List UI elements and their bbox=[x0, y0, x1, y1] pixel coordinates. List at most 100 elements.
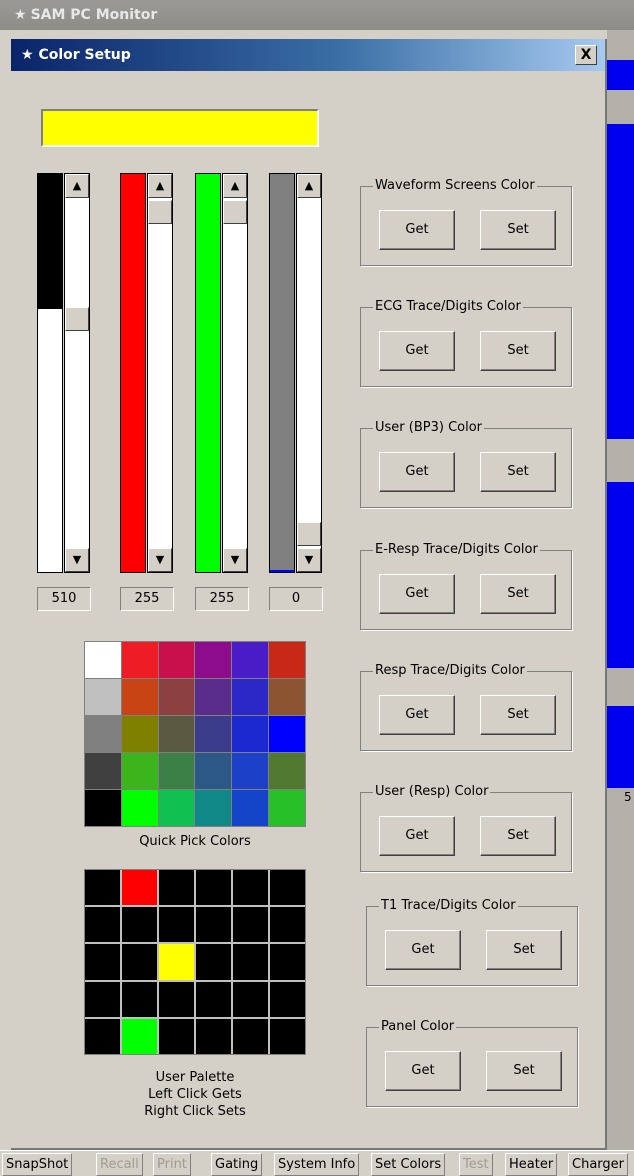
quick-pick-swatch[interactable] bbox=[232, 716, 269, 752]
user-palette-swatch[interactable] bbox=[122, 1018, 157, 1054]
quick-pick-swatch[interactable] bbox=[158, 790, 195, 826]
user-palette-swatch[interactable] bbox=[122, 944, 157, 980]
user-palette-swatch[interactable] bbox=[270, 870, 305, 906]
set-button[interactable]: Set bbox=[480, 331, 556, 371]
user-palette-swatch[interactable] bbox=[85, 944, 120, 980]
scroll-up-arrow-icon[interactable]: ▲ bbox=[223, 174, 247, 198]
quick-pick-swatch[interactable] bbox=[232, 753, 269, 789]
scroll-up-arrow-icon[interactable]: ▲ bbox=[65, 174, 89, 198]
user-palette-swatch[interactable] bbox=[233, 944, 268, 980]
get-button[interactable]: Get bbox=[385, 930, 461, 970]
get-button[interactable]: Get bbox=[379, 695, 455, 735]
quick-pick-swatch[interactable] bbox=[85, 753, 121, 789]
quick-pick-swatch[interactable] bbox=[85, 679, 121, 715]
set-button[interactable]: Set bbox=[480, 816, 556, 856]
quick-pick-swatch[interactable] bbox=[195, 642, 232, 678]
set-button[interactable]: Set bbox=[480, 574, 556, 614]
quick-pick-swatch[interactable] bbox=[121, 716, 158, 752]
channel-scrollbar[interactable]: ▲ ▼ bbox=[222, 173, 248, 573]
user-palette-swatch[interactable] bbox=[85, 981, 120, 1017]
scroll-up-arrow-icon[interactable]: ▲ bbox=[148, 174, 172, 198]
set-button[interactable]: Set bbox=[486, 930, 562, 970]
scroll-down-arrow-icon[interactable]: ▼ bbox=[148, 548, 172, 572]
user-palette-swatch[interactable] bbox=[122, 981, 157, 1017]
charger-button[interactable]: Charger bbox=[568, 1153, 628, 1176]
quick-pick-swatch[interactable] bbox=[121, 790, 158, 826]
quick-pick-swatch[interactable] bbox=[121, 679, 158, 715]
quick-pick-swatch[interactable] bbox=[232, 642, 269, 678]
test-button[interactable]: Test bbox=[459, 1153, 493, 1176]
set-button[interactable]: Set bbox=[480, 210, 556, 250]
scroll-down-arrow-icon[interactable]: ▼ bbox=[65, 548, 89, 572]
get-button[interactable]: Get bbox=[379, 816, 455, 856]
set-colors-button[interactable]: Set Colors bbox=[371, 1153, 446, 1176]
snapshot-button[interactable]: SnapShot bbox=[2, 1153, 73, 1176]
quick-pick-swatch[interactable] bbox=[269, 679, 305, 715]
user-palette-swatch[interactable] bbox=[270, 907, 305, 943]
user-palette-swatch[interactable] bbox=[233, 870, 268, 906]
get-button[interactable]: Get bbox=[385, 1051, 461, 1091]
quick-pick-swatch[interactable] bbox=[195, 679, 232, 715]
user-palette-swatch[interactable] bbox=[159, 981, 194, 1017]
print-button[interactable]: Print bbox=[153, 1153, 191, 1176]
get-button[interactable]: Get bbox=[379, 574, 455, 614]
quick-pick-swatch[interactable] bbox=[232, 679, 269, 715]
channel-scrollbar[interactable]: ▲ ▼ bbox=[64, 173, 90, 573]
quick-pick-swatch[interactable] bbox=[85, 642, 121, 678]
quick-pick-swatch[interactable] bbox=[158, 642, 195, 678]
quick-pick-swatch[interactable] bbox=[158, 753, 195, 789]
user-palette-swatch[interactable] bbox=[270, 944, 305, 980]
user-palette-swatch[interactable] bbox=[85, 907, 120, 943]
get-button[interactable]: Get bbox=[379, 210, 455, 250]
quick-pick-swatch[interactable] bbox=[121, 753, 158, 789]
user-palette-swatch[interactable] bbox=[196, 907, 231, 943]
quick-pick-swatch[interactable] bbox=[269, 716, 305, 752]
heater-button[interactable]: Heater bbox=[505, 1153, 558, 1176]
scroll-up-arrow-icon[interactable]: ▲ bbox=[297, 174, 321, 198]
quick-pick-swatch[interactable] bbox=[269, 790, 305, 826]
quick-pick-swatch[interactable] bbox=[121, 642, 158, 678]
scroll-thumb[interactable] bbox=[148, 200, 172, 224]
system-info-button[interactable]: System Info bbox=[274, 1153, 360, 1176]
quick-pick-swatch[interactable] bbox=[269, 753, 305, 789]
gating-button[interactable]: Gating bbox=[211, 1153, 263, 1176]
close-button[interactable]: X bbox=[575, 45, 597, 65]
user-palette-swatch[interactable] bbox=[85, 870, 120, 906]
get-button[interactable]: Get bbox=[379, 452, 455, 492]
scroll-thumb[interactable] bbox=[65, 307, 89, 331]
user-palette-swatch[interactable] bbox=[233, 1018, 268, 1054]
user-palette-swatch[interactable] bbox=[122, 870, 157, 906]
user-palette-swatch[interactable] bbox=[159, 870, 194, 906]
user-palette-swatch[interactable] bbox=[233, 981, 268, 1017]
scroll-down-arrow-icon[interactable]: ▼ bbox=[223, 548, 247, 572]
user-palette-swatch[interactable] bbox=[159, 907, 194, 943]
user-palette-swatch[interactable] bbox=[270, 1018, 305, 1054]
quick-pick-swatch[interactable] bbox=[195, 790, 232, 826]
set-button[interactable]: Set bbox=[480, 452, 556, 492]
user-palette-swatch[interactable] bbox=[122, 907, 157, 943]
channel-scrollbar[interactable]: ▲ ▼ bbox=[296, 173, 322, 573]
quick-pick-swatch[interactable] bbox=[158, 679, 195, 715]
set-button[interactable]: Set bbox=[480, 695, 556, 735]
recall-button[interactable]: Recall bbox=[96, 1153, 143, 1176]
quick-pick-swatch[interactable] bbox=[232, 790, 269, 826]
quick-pick-swatch[interactable] bbox=[195, 753, 232, 789]
quick-pick-swatch[interactable] bbox=[85, 790, 121, 826]
quick-pick-swatch[interactable] bbox=[85, 716, 121, 752]
user-palette-swatch[interactable] bbox=[159, 1018, 194, 1054]
get-button[interactable]: Get bbox=[379, 331, 455, 371]
user-palette-swatch[interactable] bbox=[196, 981, 231, 1017]
user-palette-swatch[interactable] bbox=[196, 870, 231, 906]
quick-pick-swatch[interactable] bbox=[269, 642, 305, 678]
user-palette-swatch[interactable] bbox=[270, 981, 305, 1017]
channel-scrollbar[interactable]: ▲ ▼ bbox=[147, 173, 173, 573]
user-palette-swatch[interactable] bbox=[196, 944, 231, 980]
user-palette-swatch[interactable] bbox=[233, 907, 268, 943]
scroll-down-arrow-icon[interactable]: ▼ bbox=[297, 548, 321, 572]
quick-pick-swatch[interactable] bbox=[195, 716, 232, 752]
quick-pick-swatch[interactable] bbox=[158, 716, 195, 752]
scroll-thumb[interactable] bbox=[297, 522, 321, 546]
user-palette-swatch[interactable] bbox=[159, 944, 194, 980]
set-button[interactable]: Set bbox=[486, 1051, 562, 1091]
user-palette-swatch[interactable] bbox=[196, 1018, 231, 1054]
